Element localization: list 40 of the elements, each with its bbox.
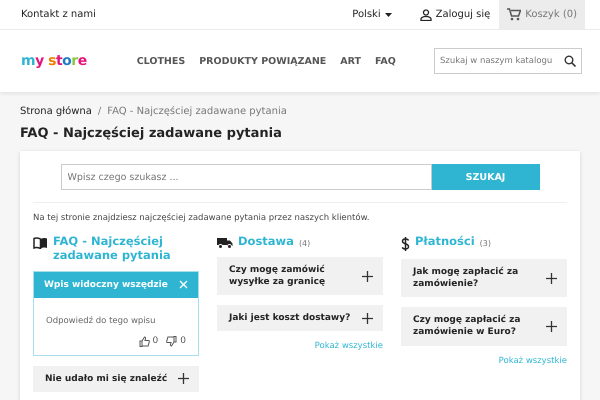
faq-question[interactable]: Czy mogę zamówić wysyłke za granicę: [217, 257, 383, 296]
nav-link[interactable]: ART: [340, 56, 362, 66]
nav-link[interactable]: PRODUKTY POWIĄZANE: [199, 56, 326, 66]
category-count: (3): [480, 239, 491, 248]
plus-icon: [362, 312, 373, 324]
dollar-icon: [401, 237, 410, 251]
login-link[interactable]: Zaloguj się: [420, 8, 490, 20]
cart-icon: [507, 8, 522, 21]
cart-button[interactable]: Koszyk (0): [499, 0, 585, 29]
thumbs-down-icon[interactable]: [166, 336, 178, 347]
intro-text: Na tej stronie znajdziesz najczęściej zadawane pytania przez naszych klientów.: [33, 213, 370, 223]
page-title: FAQ - Najczęściej zadawane pytania: [20, 126, 283, 141]
breadcrumb-separator: /: [98, 106, 102, 117]
nav-link[interactable]: CLOTHES: [136, 56, 186, 66]
dislike-count: 0: [180, 336, 186, 346]
thumbs-up-icon[interactable]: [138, 336, 150, 347]
plus-icon: [178, 373, 189, 384]
like-count: 0: [152, 336, 158, 346]
plus-icon: [546, 272, 557, 284]
language-dropdown[interactable]: Polski: [352, 9, 392, 20]
plus-icon: [362, 270, 373, 282]
truck-icon: [217, 237, 233, 249]
search-icon: [564, 55, 576, 67]
faq-question[interactable]: Czy mogę zapłacić za zamówienie w Euro?: [401, 307, 567, 346]
book-icon: [33, 237, 48, 249]
category-count: (4): [298, 239, 310, 248]
breadcrumb-link[interactable]: FAQ - Najczęściej zadawane pytania: [107, 106, 287, 117]
contact-link[interactable]: Kontakt z nami: [21, 9, 96, 20]
faq-search-field[interactable]: Wpisz czego szukasz ...: [60, 164, 432, 190]
breadcrumb-link[interactable]: Strona główna: [20, 106, 92, 117]
plus-icon: [546, 320, 557, 332]
user-icon: [420, 8, 432, 20]
faq-answer: Odpowiedź do tego wpisu: [46, 316, 156, 326]
store-logo[interactable]: my store: [21, 53, 87, 69]
caret-icon: [384, 12, 392, 16]
nav-link[interactable]: FAQ: [375, 56, 396, 66]
catalog-search-field[interactable]: Szukaj w naszym katalogu: [434, 48, 582, 74]
faq-question[interactable]: Nie udało mi się znaleźć: [33, 366, 199, 392]
faq-question[interactable]: Jak mogę zapłacić za zamówienie?: [401, 259, 567, 298]
faq-question[interactable]: Jaki jest koszt dostawy?: [217, 305, 383, 332]
